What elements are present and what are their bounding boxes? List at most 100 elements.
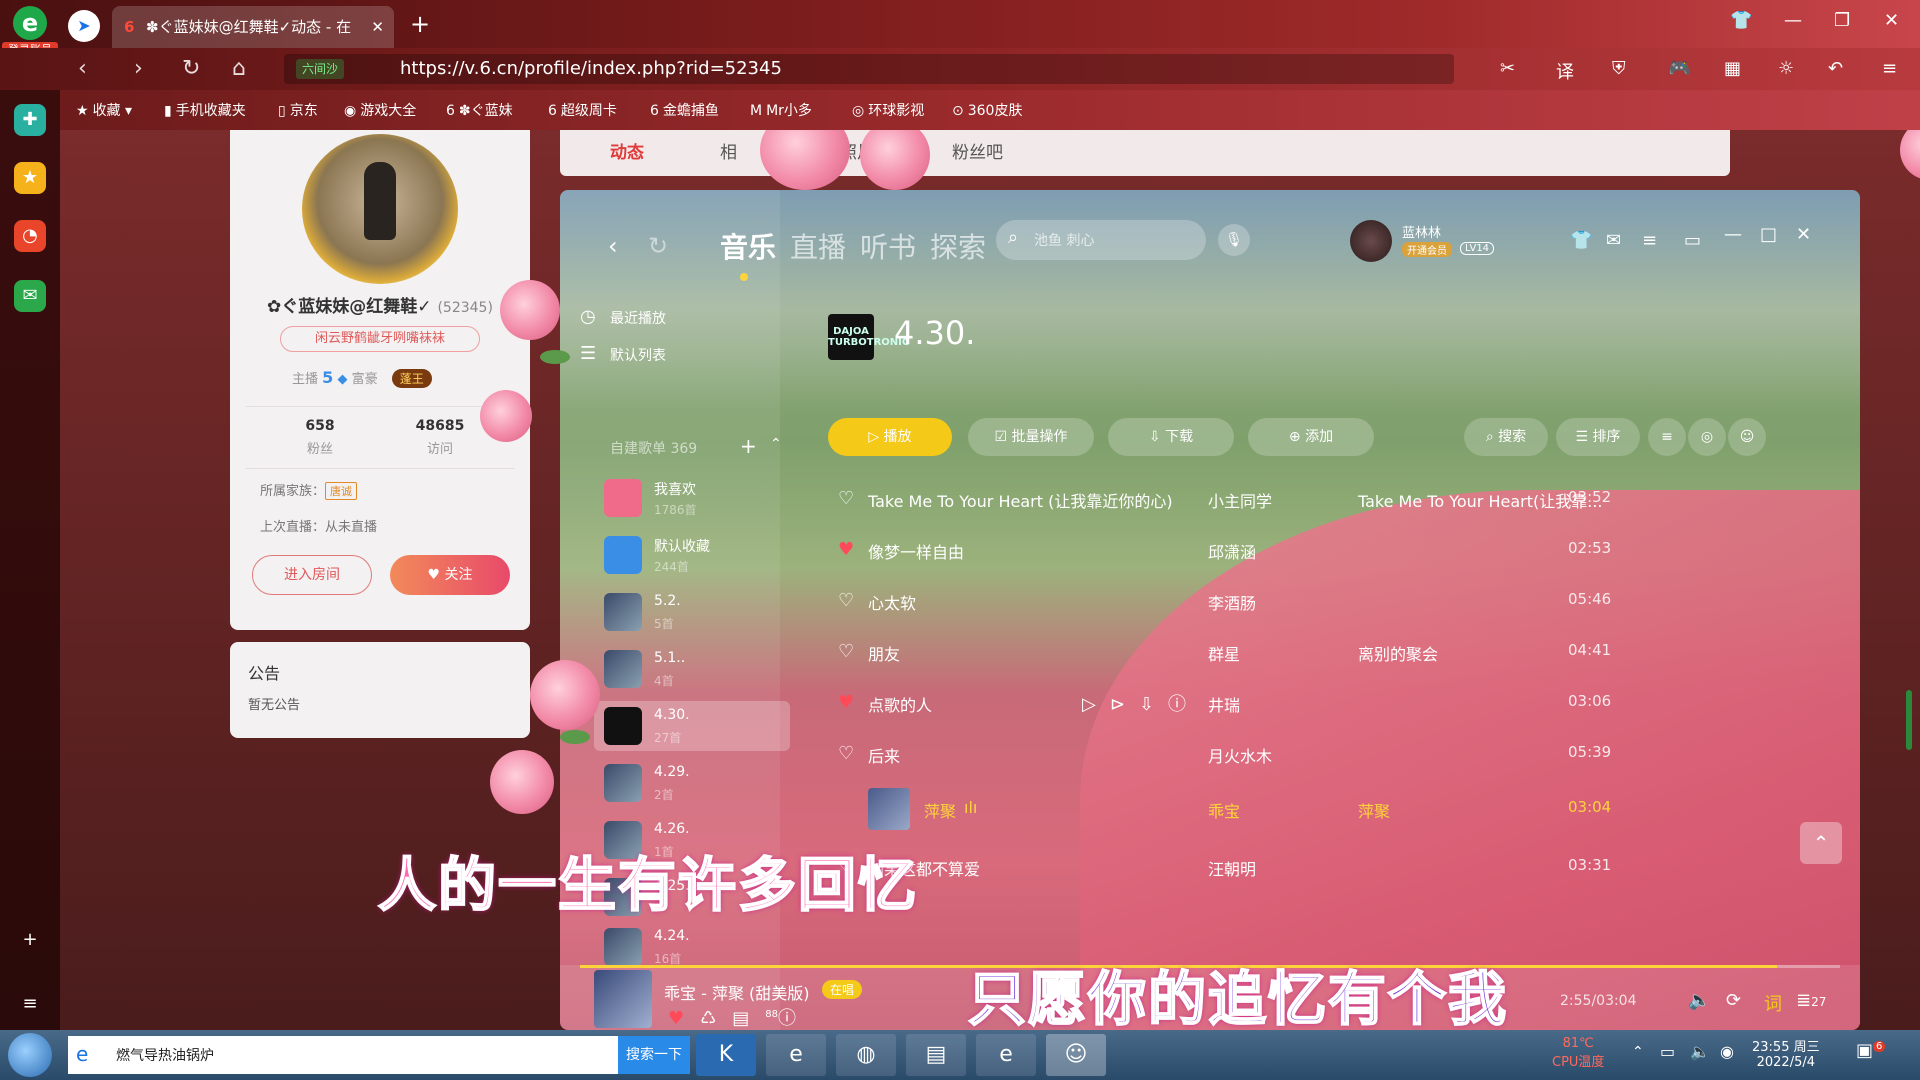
- song-row[interactable]: ♡ 如果这都不算爱 汪朝明 03:31: [828, 842, 1828, 894]
- tab-close-icon[interactable]: ✕: [371, 6, 384, 48]
- like-icon[interactable]: ♡: [838, 743, 854, 764]
- queue-button[interactable]: ≣27: [1796, 990, 1826, 1011]
- song-row[interactable]: ♥ 像梦一样自由 邱潇涵 02:53: [828, 525, 1828, 577]
- cpu-temp[interactable]: 81℃ CPU温度: [1552, 1036, 1604, 1070]
- bookmark-item[interactable]: ◉ 游戏大全: [344, 100, 416, 120]
- bookmark-item[interactable]: 6 金蟾捕鱼: [650, 100, 719, 120]
- sort-button[interactable]: ☰ 排序: [1556, 418, 1640, 456]
- navigate-icon[interactable]: ➤: [68, 10, 100, 42]
- volume-icon[interactable]: 🔈: [1688, 990, 1710, 1011]
- user-avatar[interactable]: [1350, 220, 1392, 262]
- favorites-icon[interactable]: ★: [14, 162, 46, 194]
- volume-icon[interactable]: 🔈: [1690, 1042, 1710, 1061]
- security-icon[interactable]: ⛨: [1612, 58, 1626, 79]
- nav-live[interactable]: 直播: [790, 226, 846, 266]
- playlist-item-active[interactable]: 4.30. 27首: [594, 701, 790, 751]
- search-query[interactable]: 燃气导热油锅炉: [116, 1045, 214, 1065]
- minimize-button[interactable]: —: [1724, 224, 1742, 245]
- k-app-icon[interactable]: K: [696, 1034, 756, 1076]
- list-icon[interactable]: ≡: [14, 988, 46, 1020]
- vip-badge[interactable]: 开通会员: [1402, 242, 1452, 257]
- add-icon[interactable]: +: [14, 924, 46, 956]
- back-icon[interactable]: ‹: [608, 232, 618, 260]
- translate-icon[interactable]: 译: [1556, 58, 1574, 84]
- song-row-hover[interactable]: ♥ 点歌的人 ▷⊳⇩ⓘ 井瑞 03:06: [828, 678, 1828, 730]
- user-name[interactable]: 蓝林林: [1402, 222, 1441, 241]
- weibo-icon[interactable]: ◔: [14, 220, 46, 252]
- tray-expand-icon[interactable]: ⌃: [1632, 1044, 1644, 1060]
- new-tab-button[interactable]: +: [410, 10, 430, 38]
- close-window-button[interactable]: ✕: [1884, 10, 1899, 31]
- nav-books[interactable]: 听书: [860, 226, 916, 266]
- tab-album[interactable]: 相: [720, 138, 737, 163]
- bookmark-item[interactable]: ◎ 环球影视: [852, 100, 924, 120]
- music-app-icon[interactable]: ☺: [1046, 1034, 1106, 1076]
- profile-avatar[interactable]: [302, 134, 458, 284]
- network-icon[interactable]: ▭: [1660, 1042, 1675, 1061]
- ie-browser-icon[interactable]: e: [766, 1034, 826, 1076]
- play-icon[interactable]: ▷: [1082, 694, 1110, 715]
- batch-button[interactable]: ☑ 批量操作: [968, 418, 1094, 456]
- skin-icon[interactable]: 👕: [1730, 10, 1752, 31]
- now-playing-cover[interactable]: [594, 970, 652, 1028]
- song-row[interactable]: ♡ Take Me To Your Heart (让我靠近你的心) 小主同学 T…: [828, 474, 1828, 526]
- tray-app-icon[interactable]: ◉: [1720, 1042, 1734, 1061]
- sidebar-default-list[interactable]: ☰ 默认列表: [580, 343, 666, 365]
- undo-icon[interactable]: ↶: [1828, 58, 1843, 79]
- folder-icon[interactable]: ▤: [906, 1034, 966, 1076]
- download-button[interactable]: ⇩ 下载: [1108, 418, 1234, 456]
- bookmark-favorites[interactable]: ★ 收藏 ▾: [76, 100, 132, 120]
- comment-icon[interactable]: ▤: [732, 1008, 765, 1029]
- browser-tab-active[interactable]: 6 ✽ぐ蓝妹妹@红舞鞋✓动态 - 在 ✕: [112, 6, 394, 48]
- start-button[interactable]: [8, 1033, 52, 1077]
- game-icon[interactable]: 🎮: [1668, 58, 1690, 79]
- bookmark-item[interactable]: M Mr小多: [750, 100, 812, 120]
- mail-icon[interactable]: ✉: [14, 280, 46, 312]
- desktop-lyric-line-2[interactable]: 只愿你的追忆有个我: [967, 952, 1508, 1036]
- home-icon[interactable]: ⌂: [232, 56, 246, 81]
- add-playlist-icon[interactable]: +: [740, 434, 757, 458]
- desktop-lyric-line-1[interactable]: 人的一生有许多回忆: [377, 838, 918, 922]
- fans-stat[interactable]: 658 粉丝: [260, 418, 380, 457]
- like-icon[interactable]: ♡: [838, 488, 854, 509]
- liked-icon[interactable]: ♥: [838, 539, 854, 560]
- plugin-icon[interactable]: ✚: [14, 104, 46, 136]
- minimize-button[interactable]: —: [1784, 10, 1802, 31]
- playlist-item[interactable]: 4.29. 2首: [594, 758, 790, 808]
- skin-icon[interactable]: 👕: [1570, 230, 1592, 251]
- liked-icon[interactable]: ♥: [668, 1008, 700, 1029]
- like-icon[interactable]: ♡: [838, 641, 854, 662]
- nav-explore[interactable]: 探索: [930, 226, 986, 266]
- follow-button[interactable]: ♥ 关注: [390, 555, 510, 595]
- maximize-button[interactable]: □: [1760, 224, 1777, 245]
- playlist-item[interactable]: 5.2. 5首: [594, 587, 790, 637]
- playlist-item[interactable]: 我喜欢 1786首: [594, 473, 790, 523]
- locate-icon[interactable]: ◎: [1688, 418, 1726, 456]
- song-row-playing[interactable]: 萍聚 ılı 乖宝 萍聚 03:04: [828, 784, 1828, 840]
- enter-room-button[interactable]: 进入房间: [252, 555, 372, 595]
- chrome-icon[interactable]: ◍: [836, 1034, 896, 1076]
- list-view-icon[interactable]: ≡: [1648, 418, 1686, 456]
- song-row[interactable]: ♡ 心太软 李酒肠 05:46: [828, 576, 1828, 628]
- family-tag[interactable]: 唐诚: [325, 482, 358, 500]
- loop-icon[interactable]: ⟳: [1726, 990, 1741, 1011]
- like-icon[interactable]: ♡: [838, 590, 854, 611]
- lyric-button[interactable]: 词: [1764, 990, 1782, 1016]
- add-button[interactable]: ⊕ 添加: [1248, 418, 1374, 456]
- url-text[interactable]: https://v.6.cn/profile/index.php?rid=523…: [400, 54, 782, 84]
- bookmark-item[interactable]: ⊙ 360皮肤: [952, 100, 1022, 120]
- liked-icon[interactable]: ♥: [838, 692, 854, 713]
- info-icon[interactable]: ⓘ: [778, 1008, 812, 1029]
- clock[interactable]: 23:55 周三 2022/5/4: [1752, 1036, 1820, 1070]
- scissors-icon[interactable]: ✂: [1500, 58, 1515, 79]
- back-icon[interactable]: ‹: [78, 56, 87, 81]
- user-icon[interactable]: ☺: [1728, 418, 1766, 456]
- song-row[interactable]: ♡ 后来 月火水木 05:39: [828, 729, 1828, 781]
- reload-icon[interactable]: ↻: [182, 56, 200, 81]
- bookmark-item[interactable]: 6 超级周卡: [548, 100, 617, 120]
- search-list-button[interactable]: ⌕ 搜索: [1464, 418, 1548, 456]
- playlist-item[interactable]: 默认收藏 244首: [594, 530, 790, 580]
- bookmark-item[interactable]: ▮ 手机收藏夹: [164, 100, 246, 120]
- scroll-top-button[interactable]: ⌃: [1800, 822, 1842, 864]
- tab-fans[interactable]: 粉丝吧: [952, 138, 1003, 163]
